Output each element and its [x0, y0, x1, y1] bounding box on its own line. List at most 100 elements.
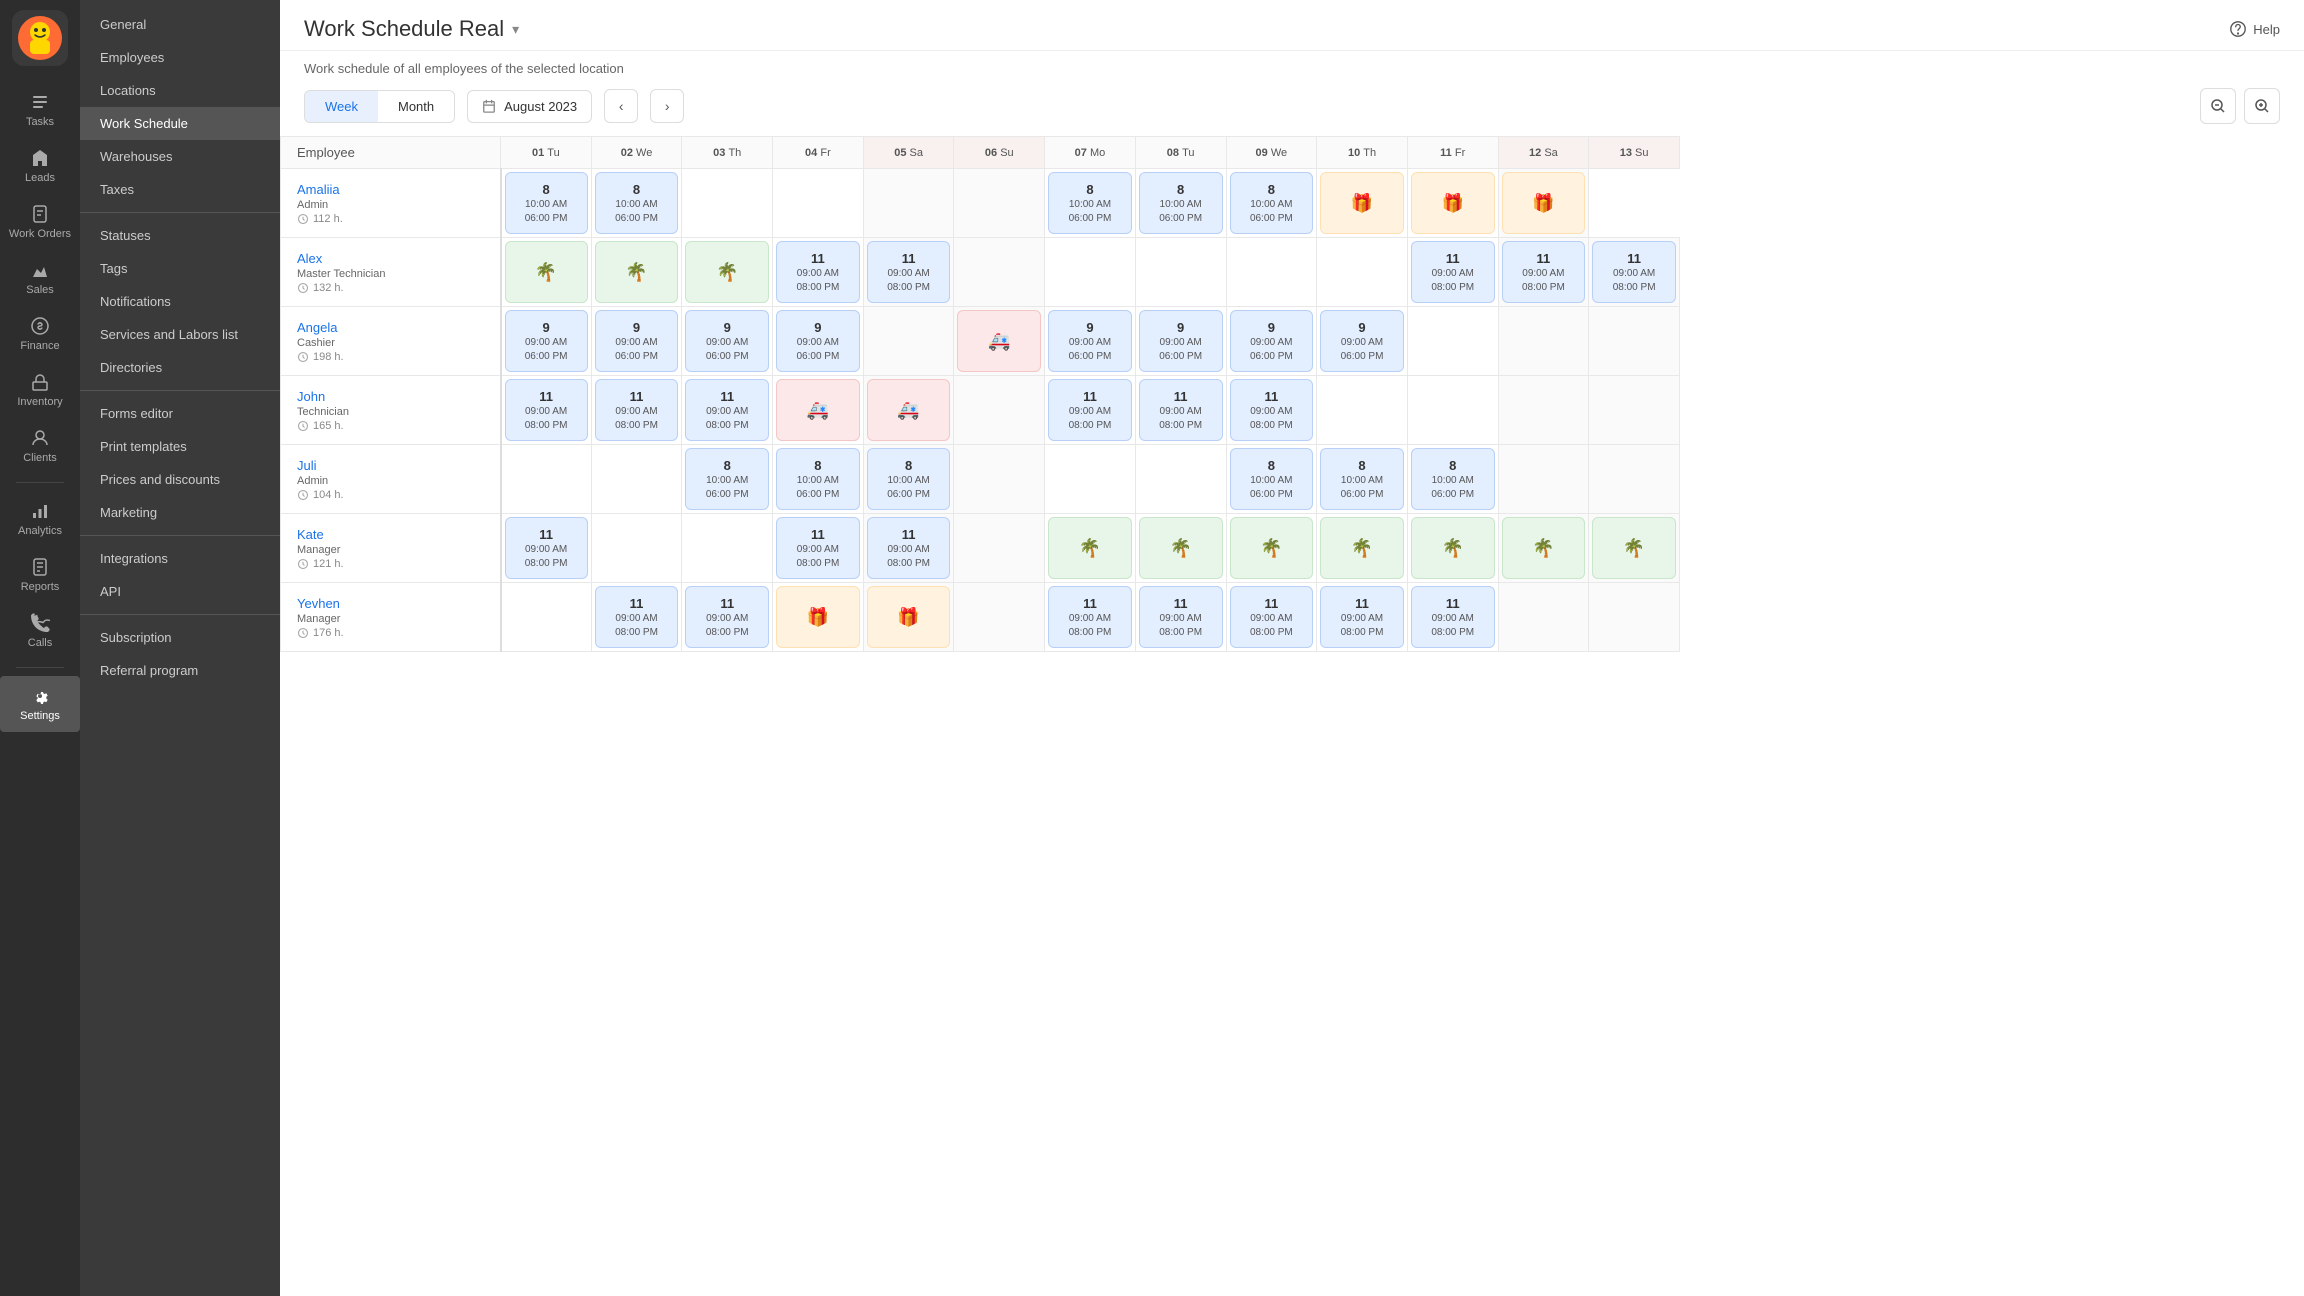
- shift-cell-6-1[interactable]: 11 09:00 AM 08:00 PM: [591, 583, 682, 652]
- shift-cell-0-1[interactable]: 8 10:00 AM 06:00 PM: [591, 169, 682, 238]
- shift-cell-1-5[interactable]: [954, 238, 1045, 307]
- schedule-container[interactable]: Employee01 Tu02 We03 Th04 Fr05 Sa06 Su07…: [280, 136, 2304, 1296]
- shift-cell-1-11[interactable]: 11 09:00 AM 08:00 PM: [1498, 238, 1589, 307]
- submenu-warehouses[interactable]: Warehouses: [80, 140, 280, 173]
- submenu-integrations[interactable]: Integrations: [80, 542, 280, 575]
- shift-cell-5-3[interactable]: 11 09:00 AM 08:00 PM: [773, 514, 864, 583]
- shift-cell-3-1[interactable]: 11 09:00 AM 08:00 PM: [591, 376, 682, 445]
- submenu-general[interactable]: General: [80, 8, 280, 41]
- shift-cell-3-11[interactable]: [1498, 376, 1589, 445]
- nav-settings[interactable]: Settings: [0, 676, 80, 732]
- shift-cell-2-11[interactable]: [1498, 307, 1589, 376]
- employee-name[interactable]: Yevhen: [297, 596, 484, 611]
- shift-cell-6-0[interactable]: [501, 583, 592, 652]
- submenu-referral[interactable]: Referral program: [80, 654, 280, 687]
- shift-cell-1-12[interactable]: 11 09:00 AM 08:00 PM: [1589, 238, 1680, 307]
- shift-cell-4-9[interactable]: 8 10:00 AM 06:00 PM: [1317, 445, 1408, 514]
- shift-cell-2-12[interactable]: [1589, 307, 1680, 376]
- shift-cell-2-4[interactable]: [863, 307, 954, 376]
- shift-cell-3-7[interactable]: 11 09:00 AM 08:00 PM: [1135, 376, 1226, 445]
- shift-cell-6-2[interactable]: 11 09:00 AM 08:00 PM: [682, 583, 773, 652]
- shift-cell-3-3[interactable]: 🚑: [773, 376, 864, 445]
- shift-cell-5-10[interactable]: 🌴: [1407, 514, 1498, 583]
- shift-cell-4-8[interactable]: 8 10:00 AM 06:00 PM: [1226, 445, 1317, 514]
- shift-cell-3-8[interactable]: 11 09:00 AM 08:00 PM: [1226, 376, 1317, 445]
- shift-cell-2-2[interactable]: 9 09:00 AM 06:00 PM: [682, 307, 773, 376]
- shift-cell-1-1[interactable]: 🌴: [591, 238, 682, 307]
- nav-calls[interactable]: Calls: [0, 603, 80, 659]
- submenu-statuses[interactable]: Statuses: [80, 219, 280, 252]
- shift-cell-2-3[interactable]: 9 09:00 AM 06:00 PM: [773, 307, 864, 376]
- prev-period-button[interactable]: ‹: [604, 89, 638, 123]
- nav-tasks[interactable]: Tasks: [0, 82, 80, 138]
- shift-cell-5-1[interactable]: [591, 514, 682, 583]
- shift-cell-2-10[interactable]: [1407, 307, 1498, 376]
- nav-finance[interactable]: Finance: [0, 306, 80, 362]
- title-dropdown[interactable]: ▾: [512, 21, 519, 38]
- nav-leads[interactable]: Leads: [0, 138, 80, 194]
- shift-cell-4-0[interactable]: [501, 445, 592, 514]
- submenu-locations[interactable]: Locations: [80, 74, 280, 107]
- submenu-directories[interactable]: Directories: [80, 351, 280, 384]
- shift-cell-5-11[interactable]: 🌴: [1498, 514, 1589, 583]
- shift-cell-0-2[interactable]: [682, 169, 773, 238]
- shift-cell-5-12[interactable]: 🌴: [1589, 514, 1680, 583]
- shift-cell-3-12[interactable]: [1589, 376, 1680, 445]
- shift-cell-2-7[interactable]: 9 09:00 AM 06:00 PM: [1135, 307, 1226, 376]
- shift-cell-4-6[interactable]: [1045, 445, 1136, 514]
- zoom-out-button[interactable]: [2200, 88, 2236, 124]
- submenu-forms-editor[interactable]: Forms editor: [80, 397, 280, 430]
- employee-name[interactable]: Juli: [297, 458, 484, 473]
- submenu-subscription[interactable]: Subscription: [80, 621, 280, 654]
- shift-cell-2-5[interactable]: 🚑: [954, 307, 1045, 376]
- shift-cell-6-12[interactable]: [1589, 583, 1680, 652]
- shift-cell-6-6[interactable]: 11 09:00 AM 08:00 PM: [1045, 583, 1136, 652]
- shift-cell-0-0[interactable]: 8 10:00 AM 06:00 PM: [501, 169, 592, 238]
- shift-cell-1-8[interactable]: [1226, 238, 1317, 307]
- shift-cell-6-7[interactable]: 11 09:00 AM 08:00 PM: [1135, 583, 1226, 652]
- nav-inventory[interactable]: Inventory: [0, 362, 80, 418]
- employee-name[interactable]: Angela: [297, 320, 484, 335]
- shift-cell-4-3[interactable]: 8 10:00 AM 06:00 PM: [773, 445, 864, 514]
- shift-cell-2-0[interactable]: 9 09:00 AM 06:00 PM: [501, 307, 592, 376]
- shift-cell-0-4[interactable]: [863, 169, 954, 238]
- shift-cell-6-8[interactable]: 11 09:00 AM 08:00 PM: [1226, 583, 1317, 652]
- shift-cell-4-11[interactable]: [1498, 445, 1589, 514]
- shift-cell-3-5[interactable]: [954, 376, 1045, 445]
- shift-cell-6-4[interactable]: 🎁: [863, 583, 954, 652]
- shift-cell-5-7[interactable]: 🌴: [1135, 514, 1226, 583]
- shift-cell-2-6[interactable]: 9 09:00 AM 06:00 PM: [1045, 307, 1136, 376]
- shift-cell-1-9[interactable]: [1317, 238, 1408, 307]
- shift-cell-1-6[interactable]: [1045, 238, 1136, 307]
- app-logo[interactable]: [12, 10, 68, 66]
- shift-cell-5-8[interactable]: 🌴: [1226, 514, 1317, 583]
- shift-cell-3-2[interactable]: 11 09:00 AM 08:00 PM: [682, 376, 773, 445]
- shift-cell-3-0[interactable]: 11 09:00 AM 08:00 PM: [501, 376, 592, 445]
- nav-reports[interactable]: Reports: [0, 547, 80, 603]
- zoom-in-button[interactable]: [2244, 88, 2280, 124]
- shift-cell-2-8[interactable]: 9 09:00 AM 06:00 PM: [1226, 307, 1317, 376]
- employee-name[interactable]: John: [297, 389, 484, 404]
- shift-cell-5-6[interactable]: 🌴: [1045, 514, 1136, 583]
- employee-name[interactable]: Kate: [297, 527, 484, 542]
- shift-cell-6-10[interactable]: 11 09:00 AM 08:00 PM: [1407, 583, 1498, 652]
- shift-cell-1-2[interactable]: 🌴: [682, 238, 773, 307]
- date-picker[interactable]: August 2023: [467, 90, 592, 123]
- next-period-button[interactable]: ›: [650, 89, 684, 123]
- shift-cell-5-2[interactable]: [682, 514, 773, 583]
- shift-cell-3-4[interactable]: 🚑: [863, 376, 954, 445]
- shift-cell-0-9[interactable]: 🎁: [1317, 169, 1408, 238]
- shift-cell-4-10[interactable]: 8 10:00 AM 06:00 PM: [1407, 445, 1498, 514]
- employee-name[interactable]: Alex: [297, 251, 484, 266]
- shift-cell-3-9[interactable]: [1317, 376, 1408, 445]
- month-view-button[interactable]: Month: [378, 91, 454, 122]
- week-view-button[interactable]: Week: [305, 91, 378, 122]
- shift-cell-1-4[interactable]: 11 09:00 AM 08:00 PM: [863, 238, 954, 307]
- shift-cell-2-9[interactable]: 9 09:00 AM 06:00 PM: [1317, 307, 1408, 376]
- submenu-taxes[interactable]: Taxes: [80, 173, 280, 206]
- shift-cell-0-6[interactable]: 8 10:00 AM 06:00 PM: [1045, 169, 1136, 238]
- shift-cell-0-3[interactable]: [773, 169, 864, 238]
- shift-cell-4-12[interactable]: [1589, 445, 1680, 514]
- nav-analytics[interactable]: Analytics: [0, 491, 80, 547]
- submenu-work-schedule[interactable]: Work Schedule: [80, 107, 280, 140]
